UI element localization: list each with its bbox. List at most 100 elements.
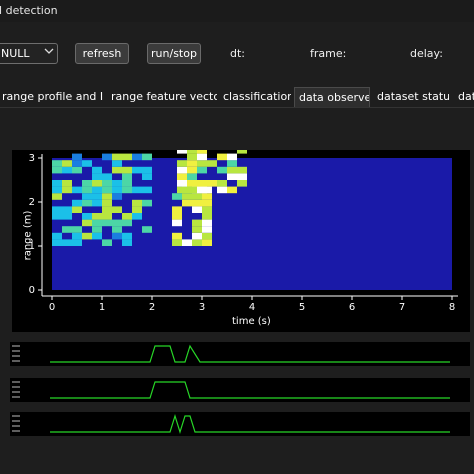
heatmap-cell xyxy=(72,160,82,167)
heatmap-cell xyxy=(112,180,122,187)
tab-data-observe[interactable]: data observe xyxy=(294,87,370,107)
heatmap-cell xyxy=(227,173,237,180)
heatmap-cell xyxy=(112,153,122,161)
heatmap-cell xyxy=(92,232,102,240)
x-tick-label: 7 xyxy=(399,302,405,313)
y-tick-label: 0 xyxy=(29,285,35,296)
heatmap-cell xyxy=(207,160,217,167)
y-tick-label: 3 xyxy=(29,153,35,164)
heatmap-cell xyxy=(72,199,82,207)
heatmap-cell xyxy=(112,206,122,213)
refresh-button[interactable]: refresh xyxy=(75,43,129,64)
signal-strip-2 xyxy=(10,378,470,402)
heatmap-cell xyxy=(92,199,102,207)
run-stop-button[interactable]: run/stop xyxy=(147,43,201,64)
heatmap-cell xyxy=(92,186,102,194)
heatmap-cell xyxy=(192,226,202,233)
heatmap-cell xyxy=(172,239,182,246)
heatmap-cell xyxy=(122,213,132,220)
heatmap-cell xyxy=(197,186,207,194)
signal-strip-1 xyxy=(10,342,470,366)
heatmap-cell xyxy=(202,239,212,246)
window-title: ll detection xyxy=(0,4,58,17)
tab-dataset-status[interactable]: dataset status xyxy=(373,87,449,107)
heatmap-cell xyxy=(102,239,112,246)
heatmap-cell xyxy=(82,213,92,220)
heatmap-cell xyxy=(102,199,112,207)
heatmap-cell xyxy=(177,186,187,194)
heatmap-cell xyxy=(92,166,102,174)
heatmap-cell xyxy=(172,206,182,213)
heatmap-cell xyxy=(62,239,72,246)
heatmap-cell xyxy=(142,153,152,161)
heatmap-cell xyxy=(202,199,212,207)
tab-range-feature-vector[interactable]: range feature vector xyxy=(107,87,217,107)
heatmap-cell xyxy=(102,219,112,227)
heatmap-cell xyxy=(182,239,192,246)
heatmap-cell xyxy=(62,180,72,187)
heatmap-cell xyxy=(142,226,152,233)
heatmap-cell xyxy=(82,180,92,187)
heatmap-cell xyxy=(172,219,182,227)
heatmap-cell xyxy=(52,239,62,246)
dt-label: dt: xyxy=(230,47,246,60)
heatmap-cell xyxy=(227,160,237,167)
heatmap-cell xyxy=(172,232,182,240)
strip-2-svg xyxy=(12,381,450,399)
heatmap-cell xyxy=(112,166,122,174)
heatmap-cell xyxy=(187,153,197,161)
heatmap-cell xyxy=(192,193,202,200)
heatmap-cell xyxy=(102,186,112,194)
heatmap-cell xyxy=(52,186,62,194)
heatmap-cell xyxy=(217,153,227,161)
tab-classification[interactable]: classification xyxy=(219,87,291,107)
strip-1-svg xyxy=(12,344,450,363)
heatmap-cell xyxy=(82,160,92,167)
heatmap-cell xyxy=(227,153,237,161)
x-tick-label: 6 xyxy=(349,302,355,313)
heatmap-cell xyxy=(187,150,197,154)
toolbar: NULL refresh run/stop dt: frame: delay: xyxy=(0,40,474,70)
heatmap-cell xyxy=(237,180,247,187)
heatmap-cell xyxy=(192,239,202,246)
heatmap-cell xyxy=(177,150,187,154)
heatmap-cell xyxy=(112,226,122,233)
heatmap-cell xyxy=(72,232,82,240)
heatmap-cell xyxy=(62,226,72,233)
heatmap-cell xyxy=(132,206,142,213)
heatmap-cell xyxy=(177,160,187,167)
source-select[interactable]: NULL xyxy=(0,43,58,64)
strip-3-svg xyxy=(12,413,450,435)
heatmap-cell xyxy=(202,226,212,233)
heatmap-cell xyxy=(72,153,82,161)
heatmap-cell xyxy=(102,193,112,200)
heatmap-cell xyxy=(182,193,192,200)
heatmap-cell xyxy=(112,219,122,227)
heatmap-cell xyxy=(122,232,132,240)
heatmap-cell xyxy=(132,166,142,174)
heatmap-cell xyxy=(112,160,122,167)
heatmap-cell xyxy=(122,239,132,246)
x-tick-label: 0 xyxy=(49,302,55,313)
heatmap-cell xyxy=(202,232,212,240)
source-select-value: NULL xyxy=(1,47,30,60)
tab-range-profile[interactable]: range profile and IF xyxy=(0,87,104,107)
heatmap-cell xyxy=(177,166,187,174)
heatmap-cell xyxy=(237,150,247,154)
heatmap-cell xyxy=(132,186,142,194)
title-bar: ll detection xyxy=(0,0,474,22)
heatmap-cell xyxy=(197,153,207,161)
heatmap-cell xyxy=(202,206,212,213)
heatmap-cell xyxy=(52,206,62,213)
heatmap-cell xyxy=(192,219,202,227)
heatmap-cell xyxy=(122,186,132,194)
heatmap-cell xyxy=(142,173,152,180)
heatmap-cell xyxy=(192,199,202,207)
heatmap-cell xyxy=(52,193,62,200)
heatmap-cell xyxy=(197,160,207,167)
heatmap-svg: 0 1 2 3 4 5 6 7 80123 xyxy=(29,150,458,313)
heatmap-cell xyxy=(92,219,102,227)
heatmap-cell xyxy=(82,193,92,200)
tab-dat[interactable]: dat xyxy=(454,87,474,107)
heatmap-cell xyxy=(227,166,237,174)
